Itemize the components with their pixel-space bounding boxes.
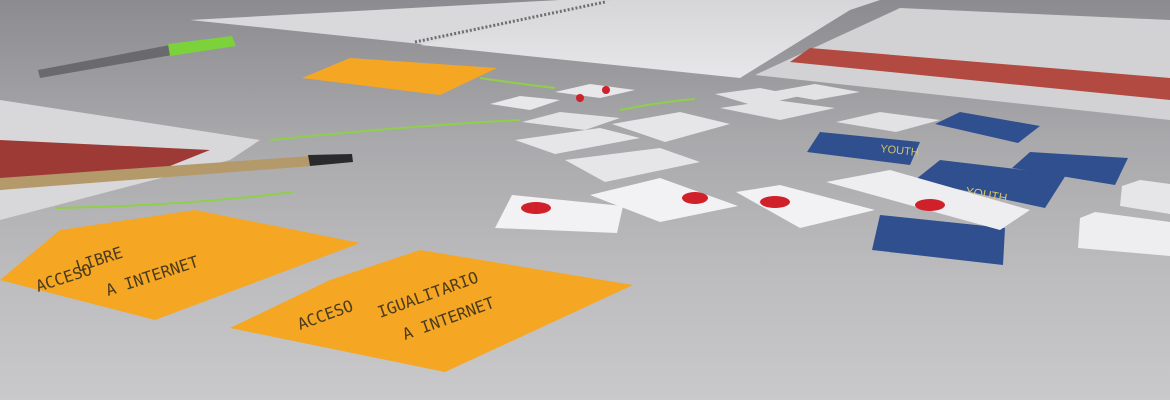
marker-line (479, 77, 556, 89)
green-marker (38, 36, 236, 78)
sticky-note-small (302, 58, 497, 95)
sticker-cluster-top (490, 84, 940, 182)
photo-scene: YOUTH YOUTH ACCESO LIBRE A INTERNET ACCE… (0, 0, 1170, 400)
marker-line (269, 119, 521, 141)
marker-line (619, 98, 696, 111)
table-photo: YOUTH YOUTH ACCESO LIBRE A INTERNET ACCE… (0, 0, 1170, 372)
heart-stickers (495, 170, 1170, 256)
